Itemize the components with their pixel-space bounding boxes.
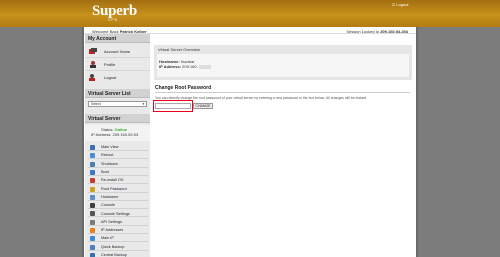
menu-item-shutdown[interactable]: Shutdown [88,161,148,168]
reboot-icon [90,153,95,159]
logo-subtext: VPS [108,18,119,22]
logout-icon: ⎋ [392,2,396,7]
sidebar-item-logout[interactable]: Logout [85,72,150,84]
ip-addresses-icon [90,228,95,233]
server-ip: 209.160.53.53 [112,132,139,137]
menu-item-quick-backup[interactable]: Quick Backup [88,244,148,251]
menu-item-main-view[interactable]: Main View [88,144,148,151]
sidebar-item-profile[interactable]: Profile [85,59,150,71]
menu-item-reboot[interactable]: Reboot [88,152,148,160]
menu-item-ip-addresses[interactable]: IP Addresses [88,227,148,234]
menu-item-re-install-os[interactable]: Re-install OS [88,177,148,185]
redacted-block [198,64,211,69]
my-account-heading: My Account [85,34,150,43]
menu-item-boot[interactable]: Boot [88,169,148,176]
console-settings-icon [90,211,95,217]
console-icon [90,203,95,209]
menu-item-central-backup[interactable]: Central Backup [88,252,148,257]
api-settings-icon [90,219,95,225]
virtual-server-heading: Virtual Server [85,114,150,123]
change-root-title: Change Root Password [155,85,212,91]
right-shadow [416,27,418,257]
divider [155,92,410,93]
menu-item-main-ip[interactable]: Main IP [88,235,148,243]
account-home-icon [89,48,97,54]
menu-item-api-settings[interactable]: API Settings [88,219,148,226]
hostname-icon [90,194,95,200]
header-logout-link[interactable]: ⎋ Logout [392,2,409,7]
overview-title: Virtual Server Overview [158,47,200,52]
superb-logo[interactable]: Superb VPS [92,4,138,24]
main-view-icon [90,145,95,150]
ip-value: 209.160. [182,64,198,69]
username: Patrick Kelber [119,28,147,34]
central-backup-icon [90,252,95,257]
menu-item-console-settings[interactable]: Console Settings [88,210,148,218]
root-password-icon [90,186,95,192]
welcome-bar: Welcome Back Patrick Kelber Session Lock… [84,27,416,34]
top-banner: Superb VPS ⎋ Logout [0,0,500,27]
quick-backup-icon [90,244,95,250]
session-ip: 209.160.54.254 [380,28,408,34]
sidebar: My Account Account Home Profile Logout V… [85,34,150,257]
chevron-down-icon: ▼ [142,102,145,106]
change-button[interactable]: CHANGE [193,103,213,109]
session-info: Session Locked to 209.160.54.254 [346,28,408,34]
shutdown-icon [90,161,95,167]
re-install-os-icon [90,178,95,184]
page-content: My Account Account Home Profile Logout V… [84,34,416,257]
profile-icon [90,61,96,68]
server-select[interactable]: Select ▼ [88,101,147,107]
main-panel: Virtual Server Overview Hostname: Nuclea… [152,34,414,257]
menu-item-hostname[interactable]: Hostname [88,194,148,201]
overview-details: Hostname: Nuclear IP Address: 209.160. [157,54,409,77]
logo-text: Superb [92,3,137,19]
new-password-input[interactable] [155,103,191,109]
server-list-heading: Virtual Server List [85,89,150,98]
boot-icon [90,169,95,175]
logout-icon [89,74,95,81]
welcome-message: Welcome Back Patrick Kelber [92,28,147,34]
main-ip-icon [90,236,95,242]
server-status: Status: Online IP Address: 209.160.53.53 [85,125,150,141]
menu-item-console[interactable]: Console [88,202,148,210]
sidebar-item-account-home[interactable]: Account Home [85,46,150,58]
overview-box: Virtual Server Overview Hostname: Nuclea… [154,45,412,80]
menu-item-root-password[interactable]: Root Password [88,186,148,193]
